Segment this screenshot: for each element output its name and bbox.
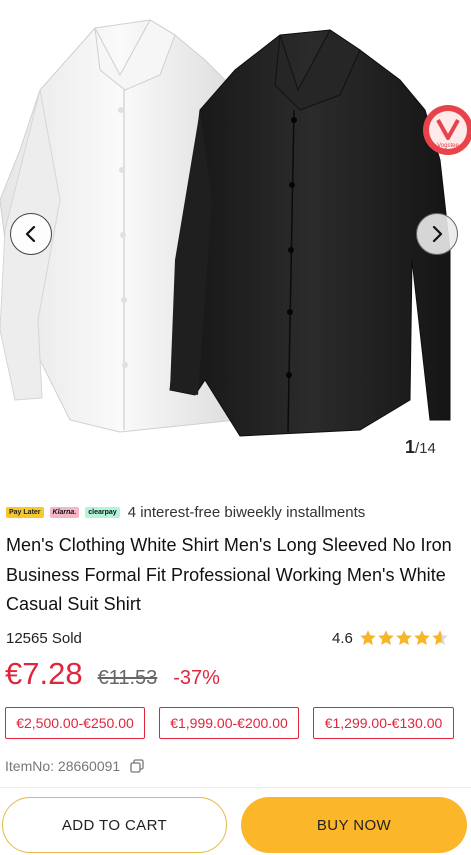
- star-icon: [432, 630, 448, 645]
- clearpay-logo: clearpay: [85, 506, 120, 518]
- product-image: [0, 19, 451, 437]
- sold-count: 12565 Sold: [6, 630, 82, 647]
- image-counter: 1/14: [405, 437, 436, 458]
- next-image-button[interactable]: [416, 213, 458, 255]
- current-price: €7.28: [5, 656, 83, 691]
- brand-badge: Vogstee: [418, 104, 471, 156]
- chevron-right-icon: [432, 226, 443, 242]
- image-counter-current: 1: [405, 437, 416, 457]
- item-number: ItemNo: 28660091: [5, 758, 144, 774]
- klarna-logo: Klarna.: [49, 506, 80, 518]
- product-image-gallery[interactable]: Vogstee 1/14: [0, 0, 471, 470]
- coupon[interactable]: €1,999.00-€200.00: [159, 707, 299, 739]
- svg-text:Vogstee: Vogstee: [437, 143, 459, 149]
- prev-image-button[interactable]: [10, 213, 52, 255]
- divider: [0, 787, 471, 788]
- product-title: Men's Clothing White Shirt Men's Long Sl…: [6, 535, 452, 614]
- star-icon: [378, 630, 394, 645]
- item-number-text: ItemNo: 28660091: [5, 758, 121, 774]
- installments-text: 4 interest-free biweekly installments: [127, 503, 366, 521]
- add-to-cart-button[interactable]: ADD TO CART: [2, 797, 227, 853]
- original-price: €11.53: [97, 667, 158, 689]
- coupon[interactable]: €1,299.00-€130.00: [313, 707, 454, 739]
- buy-now-button[interactable]: BUY NOW: [241, 797, 467, 853]
- price-row: €7.28 €11.53 -37%: [5, 656, 220, 696]
- star-icon: [360, 630, 376, 645]
- chevron-left-icon: [25, 226, 36, 242]
- installments-row[interactable]: Pay Later Klarna. clearpay 4 interest-fr…: [6, 500, 365, 524]
- copy-icon[interactable]: [130, 759, 144, 773]
- paylater-logo: Pay Later: [6, 506, 44, 518]
- star-icon: [414, 630, 430, 645]
- image-counter-total: /14: [415, 440, 436, 457]
- rating-stars: [359, 629, 449, 647]
- discount-badge: -37%: [173, 667, 220, 689]
- product-rating[interactable]: 4.6: [332, 629, 449, 647]
- star-icon: [396, 630, 412, 645]
- coupon[interactable]: €2,500.00-€250.00: [5, 707, 145, 739]
- rating-value: 4.6: [332, 629, 353, 647]
- coupon-list: €2,500.00-€250.00 €1,999.00-€200.00 €1,2…: [5, 707, 454, 739]
